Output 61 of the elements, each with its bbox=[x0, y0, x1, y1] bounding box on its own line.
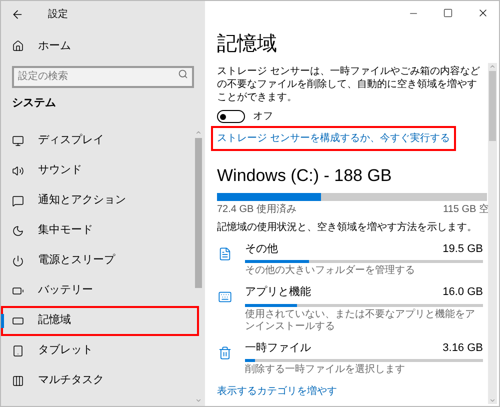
scrollbar[interactable] bbox=[488, 63, 497, 404]
category-size: 16.0 GB bbox=[442, 285, 483, 300]
category-name: 一時ファイル bbox=[245, 340, 311, 356]
nav-item[interactable]: 集中モード bbox=[1, 216, 193, 246]
section-heading: システム bbox=[12, 96, 56, 111]
nav-item[interactable]: バッテリー bbox=[1, 276, 193, 306]
back-icon[interactable] bbox=[11, 8, 24, 20]
free-space-text: 115 GB 空 bbox=[443, 202, 489, 216]
close-icon[interactable] bbox=[477, 7, 489, 19]
columns-icon bbox=[12, 374, 24, 386]
window-title: 設定 bbox=[48, 8, 68, 22]
category-name: アプリと機能 bbox=[245, 284, 311, 300]
used-space-text: 72.4 GB 使用済み bbox=[217, 202, 296, 216]
page-title: 記憶域 bbox=[217, 32, 277, 57]
nav-item[interactable]: タブレット bbox=[1, 336, 193, 366]
moon-icon bbox=[12, 224, 24, 236]
description-text: ストレージ センサーは、一時ファイルやごみ箱の内容などの不要なファイルを削除して、自動的に空き領域を増やすことができます。 bbox=[217, 65, 481, 104]
toggle-switch[interactable] bbox=[217, 110, 245, 123]
speaker-icon bbox=[12, 164, 24, 176]
category-caption: その他の大きいフォルダーを管理する bbox=[245, 265, 416, 277]
search-icon bbox=[178, 69, 188, 79]
category-item[interactable]: その他 19.5 GB その他の大きいフォルダーを管理する bbox=[217, 240, 483, 277]
keyboard-icon bbox=[218, 290, 232, 304]
category-caption: 削除する一時ファイルを選択します bbox=[245, 364, 406, 376]
category-size: 3.16 GB bbox=[442, 340, 483, 356]
nav-item[interactable]: 記憶域 bbox=[1, 306, 199, 336]
scroll-down-icon[interactable] bbox=[194, 397, 202, 404]
category-caption: 使用されていない、または不要なアプリと機能をアンインストールする bbox=[245, 308, 476, 332]
nav-item[interactable]: ディスプレイ bbox=[1, 126, 193, 156]
monitor-icon bbox=[12, 134, 24, 146]
maximize-icon[interactable] bbox=[443, 8, 453, 18]
tablet-icon bbox=[12, 344, 24, 356]
drive-title: Windows (C:) - 188 GB bbox=[217, 165, 392, 187]
nav-item[interactable]: マルチタスク bbox=[1, 366, 193, 396]
search-field[interactable]: 設定の検索 bbox=[12, 66, 194, 88]
drive-icon bbox=[12, 314, 24, 326]
scroll-up-icon[interactable] bbox=[489, 63, 496, 70]
category-name: その他 bbox=[245, 242, 278, 256]
usage-note: 記憶域の使用状況と、空き領域を増やす方法を示します。 bbox=[217, 220, 478, 234]
battery-icon bbox=[12, 284, 24, 296]
more-categories-link[interactable]: 表示するカテゴリを増やす bbox=[217, 384, 337, 399]
nav-item[interactable]: 通知とアクション bbox=[1, 186, 193, 216]
home-item[interactable]: ホーム bbox=[1, 31, 205, 61]
trash-icon bbox=[218, 346, 232, 360]
toggle-label: オフ bbox=[253, 110, 273, 124]
category-size: 19.5 GB bbox=[442, 242, 483, 256]
selection-bar bbox=[1, 314, 4, 328]
scrollbar-thumb[interactable] bbox=[194, 138, 202, 288]
category-item[interactable]: 一時ファイル 3.16 GB 削除する一時ファイルを選択します bbox=[217, 340, 483, 376]
home-icon bbox=[12, 40, 24, 52]
power-icon bbox=[12, 254, 24, 266]
scroll-down-icon[interactable] bbox=[489, 397, 496, 404]
nav-item[interactable]: サウンド bbox=[1, 156, 193, 186]
scrollbar-thumb[interactable] bbox=[489, 71, 496, 141]
nav-item[interactable]: 電源とスリープ bbox=[1, 246, 193, 276]
storage-sense-link[interactable]: ストレージ センサーを構成するか、今すぐ実行する bbox=[213, 128, 454, 149]
category-item[interactable]: アプリと機能 16.0 GB 使用されていない、または不要なアプリと機能をアンインストールする bbox=[217, 284, 483, 332]
scroll-up-icon[interactable] bbox=[194, 129, 202, 136]
document-icon bbox=[218, 246, 232, 260]
scrollbar[interactable] bbox=[194, 129, 202, 404]
message-icon bbox=[12, 194, 24, 206]
